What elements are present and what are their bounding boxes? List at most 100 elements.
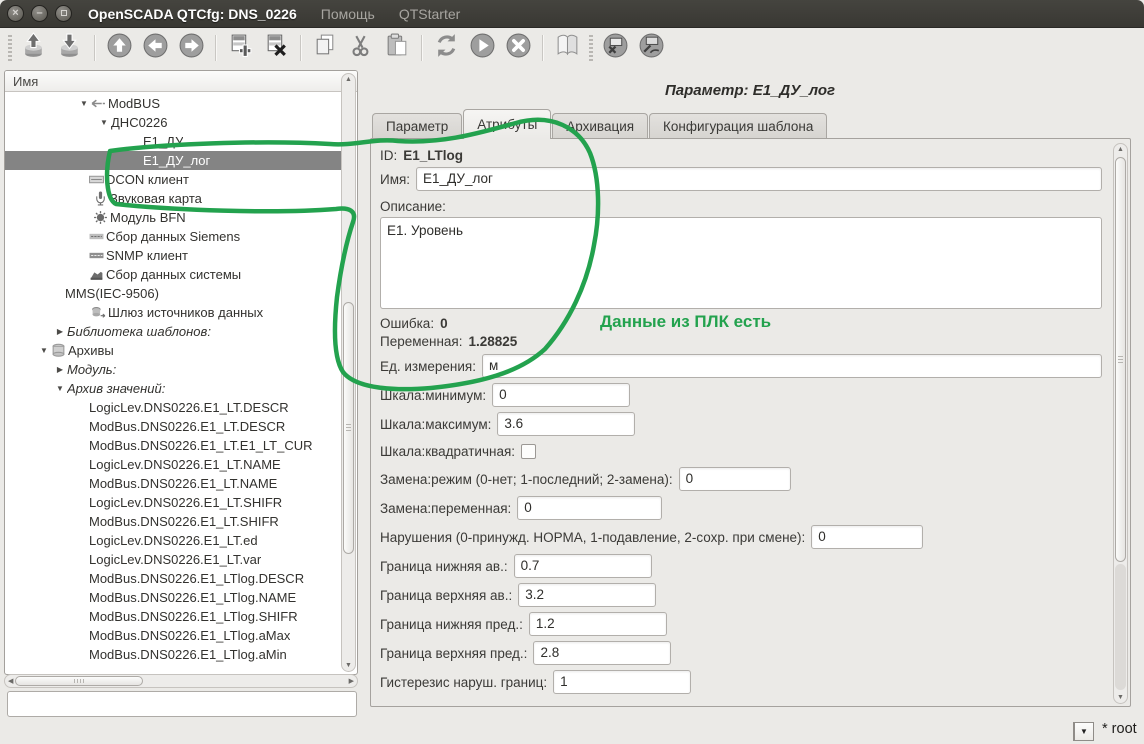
text-input[interactable]: 0 (811, 525, 923, 549)
tree-item[interactable]: ModBus.DNS0226.E1_LT.NAME (5, 474, 341, 493)
refresh-button[interactable] (431, 33, 461, 63)
tree-item-label: ModBus.DNS0226.E1_LTlog.DESCR (89, 569, 304, 588)
tree-hscrollbar-thumb[interactable] (15, 676, 143, 686)
tree-item[interactable]: SNMP клиент (5, 246, 341, 265)
tree-item[interactable]: Модуль BFN (5, 208, 341, 227)
tree-item[interactable]: ModBus.DNS0226.E1_LTlog.DESCR (5, 569, 341, 588)
expander-open-icon[interactable]: ▼ (97, 113, 111, 132)
tree-column-header[interactable]: Имя (5, 71, 357, 92)
stop-button[interactable] (503, 33, 533, 63)
tab-Конфигурация шаблона[interactable]: Конфигурация шаблона (649, 113, 827, 139)
tree-item[interactable]: LogicLev.DNS0226.E1_LT.SHIFR (5, 493, 341, 512)
text-input[interactable]: 2.8 (533, 641, 671, 665)
field-value: 1.28825 (469, 334, 518, 349)
checkbox[interactable] (521, 444, 536, 459)
tree-horizontal-scrollbar[interactable]: ◀ ▶ (4, 674, 358, 688)
expander-open-icon[interactable]: ▼ (53, 379, 67, 398)
window-close-button[interactable]: × (7, 5, 24, 22)
menu-qtstarter[interactable]: QTStarter (399, 6, 460, 22)
save-to-db-button[interactable] (55, 33, 85, 63)
tree-item[interactable]: ModBus.DNS0226.E1_LTlog.NAME (5, 588, 341, 607)
tree-item[interactable]: ModBus.DNS0226.E1_LTlog.aMax (5, 626, 341, 645)
scroll-right-icon[interactable]: ▶ (349, 677, 354, 685)
text-input[interactable]: м (482, 354, 1102, 378)
text-input[interactable]: 0 (492, 383, 630, 407)
field-label: Ошибка: (380, 316, 434, 331)
window-minimize-button[interactable]: – (31, 5, 48, 22)
text-input[interactable]: Е1_ДУ_лог (416, 167, 1102, 191)
form-vertical-scrollbar[interactable]: ▲ ▼ (1113, 143, 1128, 704)
window-maximize-button[interactable] (55, 5, 72, 22)
tree-item[interactable]: LogicLev.DNS0226.E1_LT.DESCR (5, 398, 341, 417)
tree-vertical-scrollbar[interactable]: ▲ ▼ (341, 73, 356, 672)
tab-Параметр[interactable]: Параметр (372, 113, 462, 139)
cut-button[interactable] (346, 33, 376, 63)
tree-item[interactable]: Шлюз источников данных (5, 303, 341, 322)
tree-item[interactable]: ▼Архивы (5, 341, 341, 360)
scroll-left-icon[interactable]: ◀ (8, 677, 13, 685)
tree-item[interactable]: Звуковая карта (5, 189, 341, 208)
tree-item[interactable]: ▶Модуль: (5, 360, 341, 379)
description-input[interactable]: Е1. Уровень (380, 217, 1102, 309)
tree-item[interactable]: Сбор данных Siemens (5, 227, 341, 246)
scroll-up-icon[interactable]: ▲ (342, 76, 355, 83)
tree-item-label: LogicLev.DNS0226.E1_LT.DESCR (89, 398, 289, 417)
text-input[interactable]: 3.6 (497, 412, 635, 436)
expander-closed-icon[interactable]: ▶ (53, 322, 67, 341)
tab-Атрибуты[interactable]: Атрибуты (463, 109, 551, 139)
tree-item[interactable]: ModBus.DNS0226.E1_LT.E1_LT_CUR (5, 436, 341, 455)
text-input[interactable]: 0 (517, 496, 662, 520)
scroll-down-icon[interactable]: ▼ (1114, 694, 1127, 701)
expander-closed-icon[interactable]: ▶ (53, 360, 67, 379)
up-button[interactable] (104, 33, 134, 63)
text-input[interactable]: 0.7 (514, 554, 652, 578)
field-label: Граница верхняя ав.: (380, 588, 512, 603)
toolbar-handle[interactable] (8, 35, 12, 61)
qtstarter-vision-button[interactable] (636, 33, 666, 63)
back-button[interactable] (140, 33, 170, 63)
tab-Архивация[interactable]: Архивация (552, 113, 648, 139)
scroll-down-icon[interactable]: ▼ (342, 662, 355, 669)
tree-item[interactable]: ModBus.DNS0226.E1_LT.SHIFR (5, 512, 341, 531)
menu-help[interactable]: Помощь (321, 6, 375, 22)
tree-item[interactable]: ▼ДНС0226 (5, 113, 341, 132)
attributes-frame: ID:E1_LTlogИмя:Е1_ДУ_логОписание:Е1. Уро… (370, 138, 1131, 707)
text-input[interactable]: 1.2 (529, 612, 667, 636)
tree-item[interactable]: LogicLev.DNS0226.E1_LT.NAME (5, 455, 341, 474)
start-button[interactable] (467, 33, 497, 63)
form-scrollbar-thumb[interactable] (1115, 157, 1126, 562)
paste-button[interactable] (382, 33, 412, 63)
tree-item[interactable]: MMS(IEC-9506) (5, 284, 341, 303)
qtstarter-configurator-button[interactable] (600, 33, 630, 63)
status-dropdown-button[interactable]: ▼ (1073, 722, 1094, 741)
tree-item[interactable]: LogicLev.DNS0226.E1_LT.var (5, 550, 341, 569)
tree-item[interactable]: Е1_ДУ_лог (5, 151, 341, 170)
tree-item[interactable]: ModBus.DNS0226.E1_LT.DESCR (5, 417, 341, 436)
tree-item[interactable]: Сбор данных системы (5, 265, 341, 284)
tree-item[interactable]: ▼Архив значений: (5, 379, 341, 398)
forward-button[interactable] (176, 33, 206, 63)
tree-scrollbar-thumb[interactable] (343, 302, 354, 554)
tree-filter-input[interactable] (7, 691, 357, 717)
text-input[interactable]: 3.2 (518, 583, 656, 607)
tree-item[interactable]: Е1_ДУ (5, 132, 341, 151)
item-add-button[interactable] (225, 33, 255, 63)
load-from-db-button[interactable] (19, 33, 49, 63)
tree-item-label: Е1_ДУ_лог (143, 151, 210, 170)
tree-item[interactable]: ModBus.DNS0226.E1_LTlog.aMin (5, 645, 341, 664)
field-label: Ед. измерения: (380, 359, 476, 374)
tree-item[interactable]: ▼ModBUS (5, 94, 341, 113)
manual-button[interactable] (552, 33, 582, 63)
text-input[interactable]: 1 (553, 670, 691, 694)
form-scrollbar-track[interactable] (1115, 564, 1126, 690)
expander-open-icon[interactable]: ▼ (77, 94, 91, 113)
tree-item[interactable]: ▶Библиотека шаблонов: (5, 322, 341, 341)
copy-button[interactable] (310, 33, 340, 63)
tree-item[interactable]: DCON клиент (5, 170, 341, 189)
tree-item[interactable]: LogicLev.DNS0226.E1_LT.ed (5, 531, 341, 550)
item-delete-button[interactable] (261, 33, 291, 63)
expander-open-icon[interactable]: ▼ (37, 341, 51, 360)
tree-item[interactable]: ModBus.DNS0226.E1_LTlog.SHIFR (5, 607, 341, 626)
scroll-up-icon[interactable]: ▲ (1114, 146, 1127, 153)
text-input[interactable]: 0 (679, 467, 791, 491)
